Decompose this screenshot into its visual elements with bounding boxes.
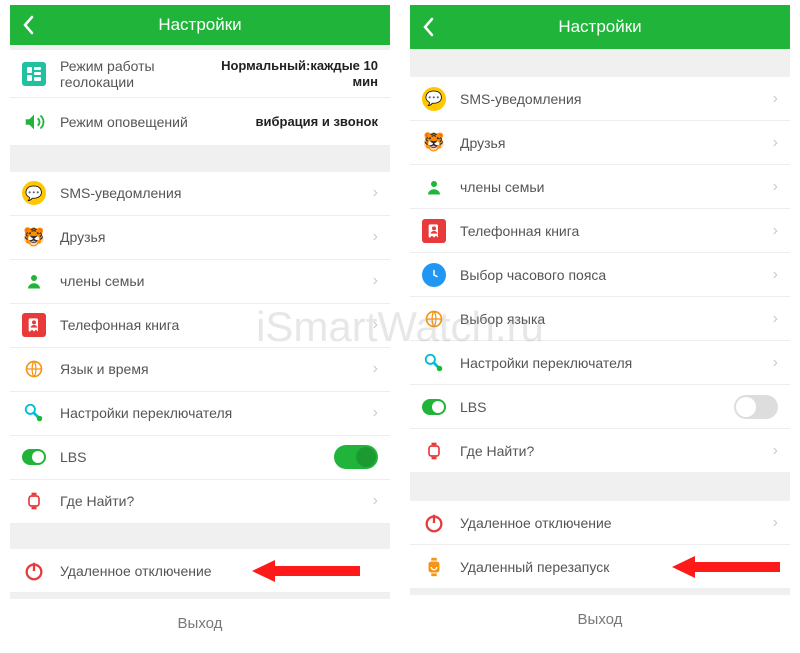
- row-friends[interactable]: 🐯 Друзья ›: [10, 216, 390, 260]
- watch-outline-icon: [22, 489, 46, 513]
- row-label: Режим работы геолокации: [60, 58, 218, 90]
- row-remote-off[interactable]: Удаленное отключение ›: [410, 501, 790, 545]
- phone-left: Настройки Режим работы геолокации Нормал…: [10, 5, 390, 648]
- power-icon: [422, 511, 446, 535]
- row-value: вибрация и звонок: [256, 114, 379, 130]
- row-family[interactable]: члены семьи ›: [10, 260, 390, 304]
- back-button[interactable]: [422, 17, 434, 37]
- chevron-right-icon: ›: [373, 316, 378, 334]
- lbs-toggle[interactable]: [334, 445, 378, 469]
- row-label: Телефонная книга: [460, 223, 763, 239]
- tiger-icon: 🐯: [422, 131, 446, 155]
- row-label: члены семьи: [460, 179, 763, 195]
- row-sms[interactable]: 💬 SMS-уведомления ›: [410, 77, 790, 121]
- watch-restart-icon: [422, 555, 446, 579]
- chevron-right-icon: ›: [773, 178, 778, 196]
- toggle-on-icon: [22, 445, 46, 469]
- row-friends[interactable]: 🐯 Друзья ›: [410, 121, 790, 165]
- row-alert-mode[interactable]: Режим оповещений вибрация и звонок: [10, 98, 390, 146]
- row-value: Нормальный:каждые 10 мин: [218, 58, 378, 89]
- phonebook-icon: [22, 313, 46, 337]
- row-label: Выбор языка: [460, 311, 763, 327]
- row-label: Удаленное отключение: [460, 515, 763, 531]
- row-label: LBS: [60, 449, 334, 465]
- row-label: Где Найти?: [460, 443, 763, 459]
- chevron-right-icon: ›: [373, 492, 378, 510]
- row-label: Телефонная книга: [60, 317, 363, 333]
- chat-icon: 💬: [22, 181, 46, 205]
- chat-icon: 💬: [422, 87, 446, 111]
- row-phonebook[interactable]: Телефонная книга ›: [10, 304, 390, 348]
- chevron-right-icon: ›: [773, 134, 778, 152]
- person-icon: [422, 175, 446, 199]
- row-lbs[interactable]: LBS: [10, 436, 390, 480]
- chevron-right-icon: ›: [373, 404, 378, 422]
- row-label: Выбор часового пояса: [460, 267, 763, 283]
- row-geolocation-mode[interactable]: Режим работы геолокации Нормальный:кажды…: [10, 50, 390, 98]
- clock-icon: [422, 263, 446, 287]
- row-findwhere[interactable]: Где Найти? ›: [10, 480, 390, 524]
- grid-icon: [22, 62, 46, 86]
- chevron-right-icon: ›: [773, 310, 778, 328]
- chevron-right-icon: ›: [773, 442, 778, 460]
- exit-button[interactable]: Выход: [410, 589, 790, 644]
- row-label: Удаленное отключение: [60, 563, 378, 579]
- row-lbs[interactable]: LBS: [410, 385, 790, 429]
- row-timezone[interactable]: Выбор часового пояса ›: [410, 253, 790, 297]
- globe-icon: [422, 307, 446, 331]
- row-label: Настройки переключателя: [60, 405, 363, 421]
- exit-button[interactable]: Выход: [10, 593, 390, 648]
- phone-right: Настройки 💬 SMS-уведомления › 🐯 Друзья ›…: [410, 5, 790, 648]
- row-label: Друзья: [60, 229, 363, 245]
- row-label: члены семьи: [60, 273, 363, 289]
- lbs-toggle[interactable]: [734, 395, 778, 419]
- row-label: Где Найти?: [60, 493, 363, 509]
- chevron-right-icon: ›: [373, 184, 378, 202]
- row-label: Настройки переключателя: [460, 355, 763, 371]
- power-icon: [22, 559, 46, 583]
- row-label: Язык и время: [60, 361, 363, 377]
- page-title: Настройки: [158, 15, 241, 35]
- watch-outline-icon: [422, 439, 446, 463]
- chevron-right-icon: ›: [773, 514, 778, 532]
- page-title: Настройки: [558, 17, 641, 37]
- row-label: LBS: [460, 399, 734, 415]
- chevron-right-icon: ›: [773, 266, 778, 284]
- toggle-on-icon: [422, 395, 446, 419]
- chevron-right-icon: ›: [373, 228, 378, 246]
- row-family[interactable]: члены семьи ›: [410, 165, 790, 209]
- person-icon: [22, 269, 46, 293]
- row-remote-off[interactable]: Удаленное отключение: [10, 549, 390, 593]
- chevron-right-icon: ›: [773, 222, 778, 240]
- row-language[interactable]: Выбор языка ›: [410, 297, 790, 341]
- wrench-gear-icon: [422, 351, 446, 375]
- wrench-gear-icon: [22, 401, 46, 425]
- header: Настройки: [10, 5, 390, 45]
- row-label: SMS-уведомления: [460, 91, 763, 107]
- row-lang-time[interactable]: Язык и время ›: [10, 348, 390, 392]
- globe-icon: [22, 357, 46, 381]
- header: Настройки: [410, 5, 790, 49]
- phonebook-icon: [422, 219, 446, 243]
- row-phonebook[interactable]: Телефонная книга ›: [410, 209, 790, 253]
- row-label: Удаленный перезапуск: [460, 559, 778, 575]
- chevron-right-icon: ›: [373, 360, 378, 378]
- row-label: Друзья: [460, 135, 763, 151]
- chevron-right-icon: ›: [773, 354, 778, 372]
- speaker-icon: [22, 110, 46, 134]
- row-label: SMS-уведомления: [60, 185, 363, 201]
- row-findwhere[interactable]: Где Найти? ›: [410, 429, 790, 473]
- row-sms[interactable]: 💬 SMS-уведомления ›: [10, 172, 390, 216]
- row-switch-settings[interactable]: Настройки переключателя ›: [410, 341, 790, 385]
- row-switch-settings[interactable]: Настройки переключателя ›: [10, 392, 390, 436]
- tiger-icon: 🐯: [22, 225, 46, 249]
- chevron-right-icon: ›: [373, 272, 378, 290]
- row-remote-restart[interactable]: Удаленный перезапуск: [410, 545, 790, 589]
- back-button[interactable]: [22, 15, 34, 35]
- chevron-right-icon: ›: [773, 90, 778, 108]
- row-label: Режим оповещений: [60, 114, 256, 130]
